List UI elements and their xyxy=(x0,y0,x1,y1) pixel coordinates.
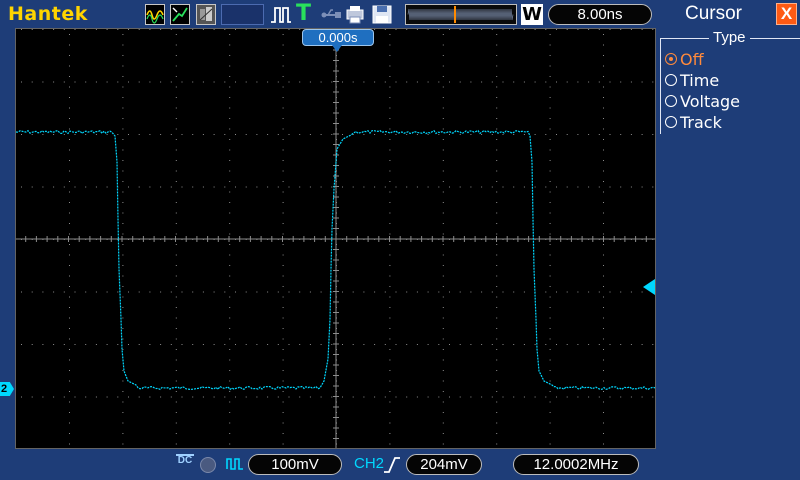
bottom-status-bar: DC 100mV CH2 204mV 12.0002MHz xyxy=(0,449,657,480)
ch2-offset-marker[interactable]: 2 xyxy=(0,382,14,396)
radio-icon xyxy=(665,74,677,86)
trigger-level-readout[interactable]: 204mV xyxy=(406,454,482,475)
coupling-label: DC xyxy=(177,455,193,466)
volts-per-div-readout[interactable]: 100mV xyxy=(248,454,342,475)
rising-edge-icon[interactable] xyxy=(383,455,401,475)
save-icon[interactable] xyxy=(372,4,392,25)
persistence-icon[interactable] xyxy=(196,4,216,25)
cursor-option-voltage[interactable]: Voltage xyxy=(665,91,740,111)
panel-header: Cursor X xyxy=(657,0,800,28)
trigger-position-readout[interactable]: 0.000s xyxy=(302,29,374,46)
cursor-menu-panel: Cursor X Type Off Time Voltage Track xyxy=(657,0,800,480)
cursor-type-label: Type xyxy=(709,29,750,46)
cursor-option-off[interactable]: Off xyxy=(665,49,704,69)
usb-icon xyxy=(320,4,341,25)
ref-waveform-icon[interactable] xyxy=(170,4,190,25)
radio-icon xyxy=(665,53,677,65)
trigger-status-icon: T xyxy=(296,1,312,26)
print-icon[interactable] xyxy=(345,4,365,25)
probe-ratio-icon xyxy=(226,455,244,475)
option-label: Time xyxy=(680,70,720,90)
window-mode-label[interactable]: W xyxy=(521,4,543,25)
trigger-position-arrow-icon xyxy=(332,45,342,52)
bandwidth-limit-icon xyxy=(200,457,216,473)
cursor-type-group: Type Off Time Voltage Track xyxy=(660,29,800,134)
ch2-trace-line xyxy=(16,129,655,391)
dc-coupling-icon: DC xyxy=(176,454,194,474)
radio-icon xyxy=(665,95,677,107)
option-label: Voltage xyxy=(680,91,741,111)
cursor-option-track[interactable]: Track xyxy=(665,112,722,132)
timebase-readout[interactable]: 8.00ns xyxy=(548,4,652,25)
ch2-waveform-trace xyxy=(16,129,655,391)
option-label: Track xyxy=(680,112,722,132)
close-button[interactable]: X xyxy=(776,3,797,25)
brand-logo: Hantek xyxy=(8,3,88,25)
timeline-position-marker xyxy=(454,6,456,23)
acquire-status-box xyxy=(221,4,264,25)
trigger-pulse-icon[interactable] xyxy=(270,4,291,25)
radio-icon xyxy=(665,116,677,128)
memory-timeline[interactable] xyxy=(405,4,517,25)
panel-title: Cursor xyxy=(685,3,743,24)
cursor-option-time[interactable]: Time xyxy=(665,70,719,90)
waveform-display[interactable]: 0.000s xyxy=(15,28,656,449)
math-waveform-icon[interactable] xyxy=(145,4,165,25)
frequency-readout: 12.0002MHz xyxy=(513,454,639,475)
trigger-source-label[interactable]: CH2 xyxy=(354,455,384,472)
trigger-level-marker-icon[interactable] xyxy=(643,279,655,295)
option-label: Off xyxy=(680,49,704,69)
